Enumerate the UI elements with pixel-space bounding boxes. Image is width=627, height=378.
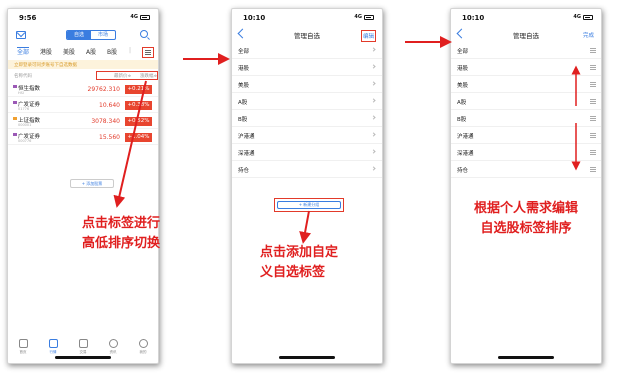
annotation-reorder: 根据个人需求编辑 自选股标签排序 <box>466 199 586 239</box>
annotation-new-group: 点击添加自定 义自选标签 <box>260 243 360 283</box>
annotation-line: 点击添加自定 <box>260 245 339 260</box>
arrow-new-group-hint <box>299 210 311 244</box>
annotation-line: 自选股标签排序 <box>480 221 572 236</box>
arrow-sort-hint <box>113 80 147 208</box>
annotation-line: 高低排序切换 <box>81 236 160 251</box>
annotation-line: 点击标签进行 <box>81 216 160 231</box>
annotation-line: 根据个人需求编辑 <box>473 201 578 216</box>
annotation-sort: 点击标签进行 高低排序切换 <box>66 214 176 254</box>
annotation-arrows <box>113 36 581 244</box>
annotation-line: 义自选标签 <box>260 265 326 280</box>
